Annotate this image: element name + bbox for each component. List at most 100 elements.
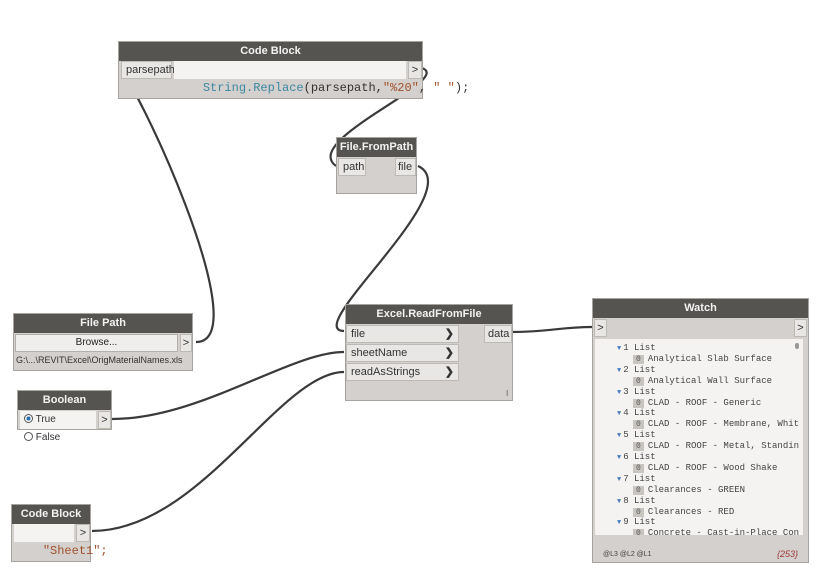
- expand-triangle-icon[interactable]: ▼: [617, 345, 621, 353]
- code-string-a: "%20": [382, 81, 419, 95]
- output-port[interactable]: >: [98, 411, 111, 429]
- watch-list-item: 0 CLAD - ROOF - Membrane, Whit: [633, 419, 799, 430]
- input-port-file[interactable]: file ❯: [346, 325, 459, 343]
- chevron-right-icon: ❯: [444, 347, 454, 359]
- item-value: CLAD - ROOF - Metal, Standin: [647, 441, 800, 452]
- lacing-indicator: l: [506, 389, 508, 398]
- expand-triangle-icon[interactable]: ▼: [617, 367, 621, 375]
- chevron-right-icon: ❯: [444, 328, 454, 340]
- item-index-badge: 0: [633, 420, 644, 430]
- watch-list-item: 0 CLAD - ROOF - Metal, Standin: [633, 441, 799, 452]
- output-port[interactable]: >: [794, 319, 807, 337]
- item-index-badge: 0: [633, 355, 644, 364]
- input-port-file-label: file: [351, 328, 366, 340]
- watch-list-item: 0 CLAD - ROOF - Generic: [633, 398, 761, 409]
- node-title: Excel.ReadFromFile: [346, 305, 512, 324]
- node-title: File Path: [14, 314, 192, 333]
- watch-list-item: 0 Analytical Slab Surface: [633, 354, 772, 365]
- item-index-badge: 0: [633, 529, 644, 535]
- code-end: );: [454, 81, 470, 95]
- code-block-node-replace[interactable]: Code Block parsepath String.Replace(pars…: [118, 41, 469, 99]
- watch-tree-view[interactable]: ▼ 1 List 0 Analytical Slab Surface ▼ 2 List 0 A…: [595, 339, 803, 535]
- expand-triangle-icon[interactable]: ▼: [617, 432, 621, 440]
- expand-triangle-icon[interactable]: ▼: [617, 454, 621, 462]
- radio-false[interactable]: False: [24, 429, 60, 447]
- watch-list-header[interactable]: ▼ 6 List: [617, 452, 656, 463]
- code-string-sheet: "Sheet1";: [42, 544, 108, 558]
- item-value: Clearances - GREEN: [647, 484, 746, 495]
- watch-list-header[interactable]: ▼ 3 List: [617, 387, 656, 398]
- item-index-badge: 0: [633, 442, 644, 452]
- item-value: Clearances - RED: [647, 506, 735, 517]
- code-block-node-sheet[interactable]: Code Block "Sheet1"; >: [11, 504, 108, 562]
- input-port[interactable]: >: [594, 319, 607, 337]
- watch-list-label: 7 List: [623, 473, 656, 484]
- node-title: Boolean: [18, 391, 111, 410]
- file-path-value: G:\...\REVIT\Excel\OrigMaterialNames.xls: [16, 355, 183, 365]
- item-value: Analytical Wall Surface: [647, 375, 773, 386]
- wire-codeblock2-to-excel-readasstrings: [91, 370, 345, 533]
- code-function: String.Replace: [202, 81, 304, 95]
- item-index-badge: 0: [633, 398, 644, 408]
- code-comma: ,: [418, 81, 434, 95]
- watch-list-label: 8 List: [623, 495, 656, 506]
- watch-list-label: 1 List: [623, 343, 656, 353]
- input-port-readasstrings[interactable]: readAsStrings ❯: [346, 363, 459, 381]
- expand-triangle-icon[interactable]: ▼: [617, 389, 621, 397]
- watch-list-label: 2 List: [623, 364, 656, 375]
- wire-excel-to-watch: [511, 325, 593, 334]
- code-args: (parsepath,: [303, 81, 383, 95]
- watch-list-header[interactable]: ▼ 8 List: [617, 496, 656, 507]
- expand-triangle-icon[interactable]: ▼: [617, 476, 621, 484]
- expand-triangle-icon[interactable]: ▼: [617, 410, 621, 418]
- scrollbar[interactable]: [795, 343, 799, 349]
- node-title: File.FromPath: [337, 138, 416, 157]
- browse-button[interactable]: Browse...: [15, 334, 178, 352]
- node-title: Watch: [593, 299, 808, 318]
- watch-list-header[interactable]: ▼ 5 List: [617, 430, 656, 441]
- output-port[interactable]: >: [76, 524, 90, 542]
- item-index-badge: 0: [633, 485, 644, 495]
- node-title: Code Block: [12, 505, 90, 524]
- watch-list-header[interactable]: ▼ 7 List: [617, 474, 656, 485]
- code-editor[interactable]: String.Replace(parsepath,"%20", " ");: [174, 61, 469, 95]
- chevron-right-icon: ❯: [444, 366, 454, 378]
- output-port[interactable]: >: [408, 61, 422, 79]
- file-from-path-node[interactable]: File.FromPath path file: [336, 137, 417, 194]
- watch-list-item: 0 Clearances - GREEN: [633, 485, 745, 496]
- input-port-sheetname-label: sheetName: [351, 347, 408, 359]
- expand-triangle-icon[interactable]: ▼: [617, 519, 621, 527]
- boolean-node[interactable]: Boolean True False >: [17, 390, 112, 443]
- radio-unselected-icon: [24, 432, 33, 441]
- input-port-path[interactable]: path: [338, 158, 366, 176]
- watch-list-header[interactable]: ▼ 4 List: [617, 408, 656, 419]
- watch-item-count: {253}: [776, 549, 798, 559]
- watch-list-header[interactable]: ▼ 9 List: [617, 517, 656, 528]
- node-title: Code Block: [119, 42, 422, 61]
- expand-triangle-icon[interactable]: ▼: [617, 498, 621, 506]
- radio-true[interactable]: True: [24, 411, 56, 429]
- watch-list-header[interactable]: ▼ 2 List: [617, 365, 656, 376]
- watch-list-item: 0 CLAD - ROOF - Wood Shake: [633, 463, 777, 474]
- code-string-b: " ": [433, 81, 455, 95]
- item-value: Concrete - Cast-in-Place Con: [647, 528, 800, 535]
- radio-selected-icon: [24, 414, 33, 423]
- watch-list-label: 9 List: [623, 517, 656, 528]
- output-port-data[interactable]: data: [484, 325, 512, 343]
- input-port-parsepath[interactable]: parsepath: [121, 61, 175, 79]
- item-value: CLAD - ROOF - Generic: [647, 397, 762, 408]
- output-port-file[interactable]: file: [395, 158, 416, 176]
- code-editor[interactable]: "Sheet1";: [14, 524, 108, 558]
- excel-read-from-file-node[interactable]: Excel.ReadFromFile file ❯ sheetName ❯ re…: [345, 304, 513, 401]
- item-value: Analytical Slab Surface: [647, 354, 773, 364]
- input-port-sheetname[interactable]: sheetName ❯: [346, 344, 459, 362]
- watch-list-label: 5 List: [623, 430, 656, 441]
- wire-filepath-to-codeblock: [117, 66, 215, 344]
- input-port-readasstrings-label: readAsStrings: [351, 366, 421, 378]
- file-path-node[interactable]: File Path Browse... > G:\...\REVIT\Excel…: [13, 313, 193, 371]
- watch-list-header[interactable]: ▼ 1 List: [617, 343, 656, 354]
- output-port[interactable]: >: [180, 334, 192, 352]
- watch-list-label: 6 List: [623, 452, 656, 462]
- watch-node[interactable]: Watch > > ▼ 1 List 0 Analytical Slab Surfac…: [592, 298, 809, 563]
- item-index-badge: 0: [633, 507, 644, 517]
